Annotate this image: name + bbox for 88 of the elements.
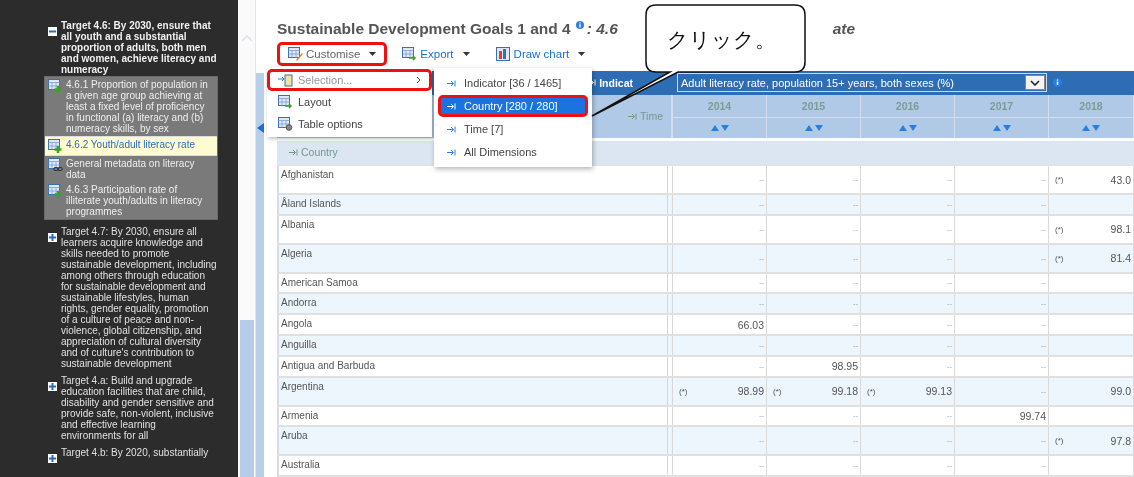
- sort-down-icon: [1092, 124, 1100, 131]
- collapse-bar[interactable]: [256, 73, 264, 477]
- selection-icon: [278, 73, 293, 87]
- callout-text: クリック。: [667, 27, 776, 54]
- value-cell: 81.4: [1110, 252, 1131, 265]
- arrow-to-line-icon: [447, 79, 456, 87]
- arrow-to-line-icon: [447, 102, 456, 110]
- value-cell: 98.1: [1110, 223, 1131, 236]
- flag-cell: (*): [679, 386, 688, 396]
- sort-up-icon: [710, 124, 719, 131]
- target-label[interactable]: Target 4.b: By 2020, substantially: [61, 447, 209, 467]
- flag-cell: (*): [867, 386, 876, 396]
- year-header: 2017: [955, 94, 1049, 118]
- flag-cell: (*): [773, 386, 782, 396]
- country-cell: Armenia: [277, 406, 667, 426]
- bar-chart-icon: [495, 46, 511, 61]
- sort-up-icon: [992, 124, 1001, 131]
- country-cell: Algeria: [277, 244, 667, 272]
- flag-cell: (*): [1055, 253, 1064, 263]
- sort-down-icon: [814, 124, 823, 131]
- sort-down-icon: [720, 124, 729, 131]
- country-cell: Andorra: [277, 294, 667, 314]
- scroll-up-icon: [240, 35, 253, 42]
- table-link-icon: [48, 158, 63, 172]
- page-subtitle: : 4.6: [586, 19, 618, 38]
- toolbar-button[interactable]: Draw chart: [484, 41, 597, 66]
- country-cell: Australia: [277, 456, 667, 476]
- sort-up-icon: [1082, 124, 1090, 131]
- value-cell: 43.0: [1110, 173, 1131, 186]
- flag-cell: (*): [1055, 175, 1064, 185]
- country-cell: American Samoa: [277, 273, 667, 293]
- value-cell: 98.99: [737, 385, 764, 398]
- country-cell: Aruba: [277, 427, 667, 455]
- sort-down-icon: [908, 124, 917, 131]
- indicator-item[interactable]: 4.6.1 Proportion of population in a given age group achieving at least a fixed level of proficiency in functional (a) literacy and (b) numeracy skills, by sex: [45, 77, 217, 136]
- value-cell: 99.18: [831, 385, 858, 398]
- target-label[interactable]: Target 4.7: By 2030, ensure all learners acquire knowledge and skills needed to promote sustainable development, including among others through education for sustainable development and sustainable lifestyles, human rights, gender equality, promotion of a culture of peace and non-violence, global citizenship, and appreciation of cultural diversity and of culture's contribution to sustainable development: [61, 226, 218, 369]
- info-icon: [1053, 78, 1062, 88]
- year-header: 2016: [861, 94, 955, 118]
- arrow-to-line-icon: [628, 112, 638, 120]
- page-subtitle: ate: [832, 19, 856, 38]
- year-header: 2015: [767, 94, 861, 118]
- info-icon: [575, 20, 584, 29]
- caret-icon: [462, 51, 470, 56]
- chevron-right-icon: [416, 76, 421, 84]
- indicator-item[interactable]: 4.6.3 Participation rate of illiterate youth/adults in literacy programmes: [45, 182, 217, 219]
- table-plus-icon: [48, 184, 63, 198]
- sort-up-icon: [898, 124, 907, 131]
- country-cell: Åland Islands: [277, 195, 667, 214]
- target-label[interactable]: Target 4.a: Build and upgrade education facilities that are child, disability and gender sensitive and provide safe, non-violent, inclusive and effective learning environments for all: [61, 375, 218, 441]
- table-plus-icon: [48, 79, 63, 93]
- value-cell: 98.95: [831, 360, 858, 373]
- country-cell: Anguilla: [277, 336, 667, 355]
- country-cell: Albania: [277, 216, 667, 243]
- value-cell: 99.74: [1019, 410, 1046, 422]
- country-cell: Antigua and Barbuda: [277, 356, 667, 376]
- country-cell: Angola: [277, 315, 667, 335]
- table-plus-icon: [48, 139, 63, 153]
- flag-cell: (*): [1055, 224, 1064, 234]
- country-cell: Argentina: [277, 377, 667, 405]
- arrow-to-line-icon: [447, 125, 456, 133]
- target-label[interactable]: Target 4.6: By 2030, ensure that all youth and a substantial proportion of adults, both men and women, achieve literacy and numeracy: [61, 20, 218, 75]
- sort-up-icon: [804, 124, 813, 131]
- caret-icon: [369, 51, 377, 56]
- value-cell: 99.0: [1110, 385, 1131, 398]
- indicator-select[interactable]: Adult literacy rate, population 15+ years, both sexes (%): [677, 73, 1047, 93]
- arrow-to-line-icon: [289, 148, 298, 156]
- table-arrow-icon: [402, 46, 418, 61]
- value-cell: 97.8: [1110, 434, 1131, 447]
- toolbar-button[interactable]: Export: [391, 41, 481, 66]
- scrollbar-thumb[interactable]: [239, 320, 254, 477]
- page-title: Sustainable Development Goals 1 and 4: [277, 19, 571, 38]
- caret-icon: [578, 51, 586, 56]
- year-header: 2018: [1049, 94, 1134, 118]
- indicator-item[interactable]: 4.6.2 Youth/adult literacy rate: [45, 136, 217, 156]
- value-cell: 66.03: [737, 318, 764, 331]
- table-gear-icon: [278, 117, 293, 131]
- arrow-to-line-icon: [447, 148, 456, 156]
- collapse-arrow-icon: [256, 123, 264, 133]
- value-cell: 99.13: [925, 385, 952, 398]
- submenu-item[interactable]: Country [280 / 280]: [438, 95, 588, 117]
- table-pencil-icon: [288, 46, 303, 61]
- chevron-down-icon: [1030, 79, 1040, 86]
- flag-cell: (*): [1055, 436, 1064, 446]
- sort-down-icon: [1002, 124, 1011, 131]
- table-arrow-icon: [278, 95, 293, 109]
- year-header: 2014: [673, 94, 767, 118]
- indicator-item[interactable]: General metadata on literacy data: [45, 156, 217, 182]
